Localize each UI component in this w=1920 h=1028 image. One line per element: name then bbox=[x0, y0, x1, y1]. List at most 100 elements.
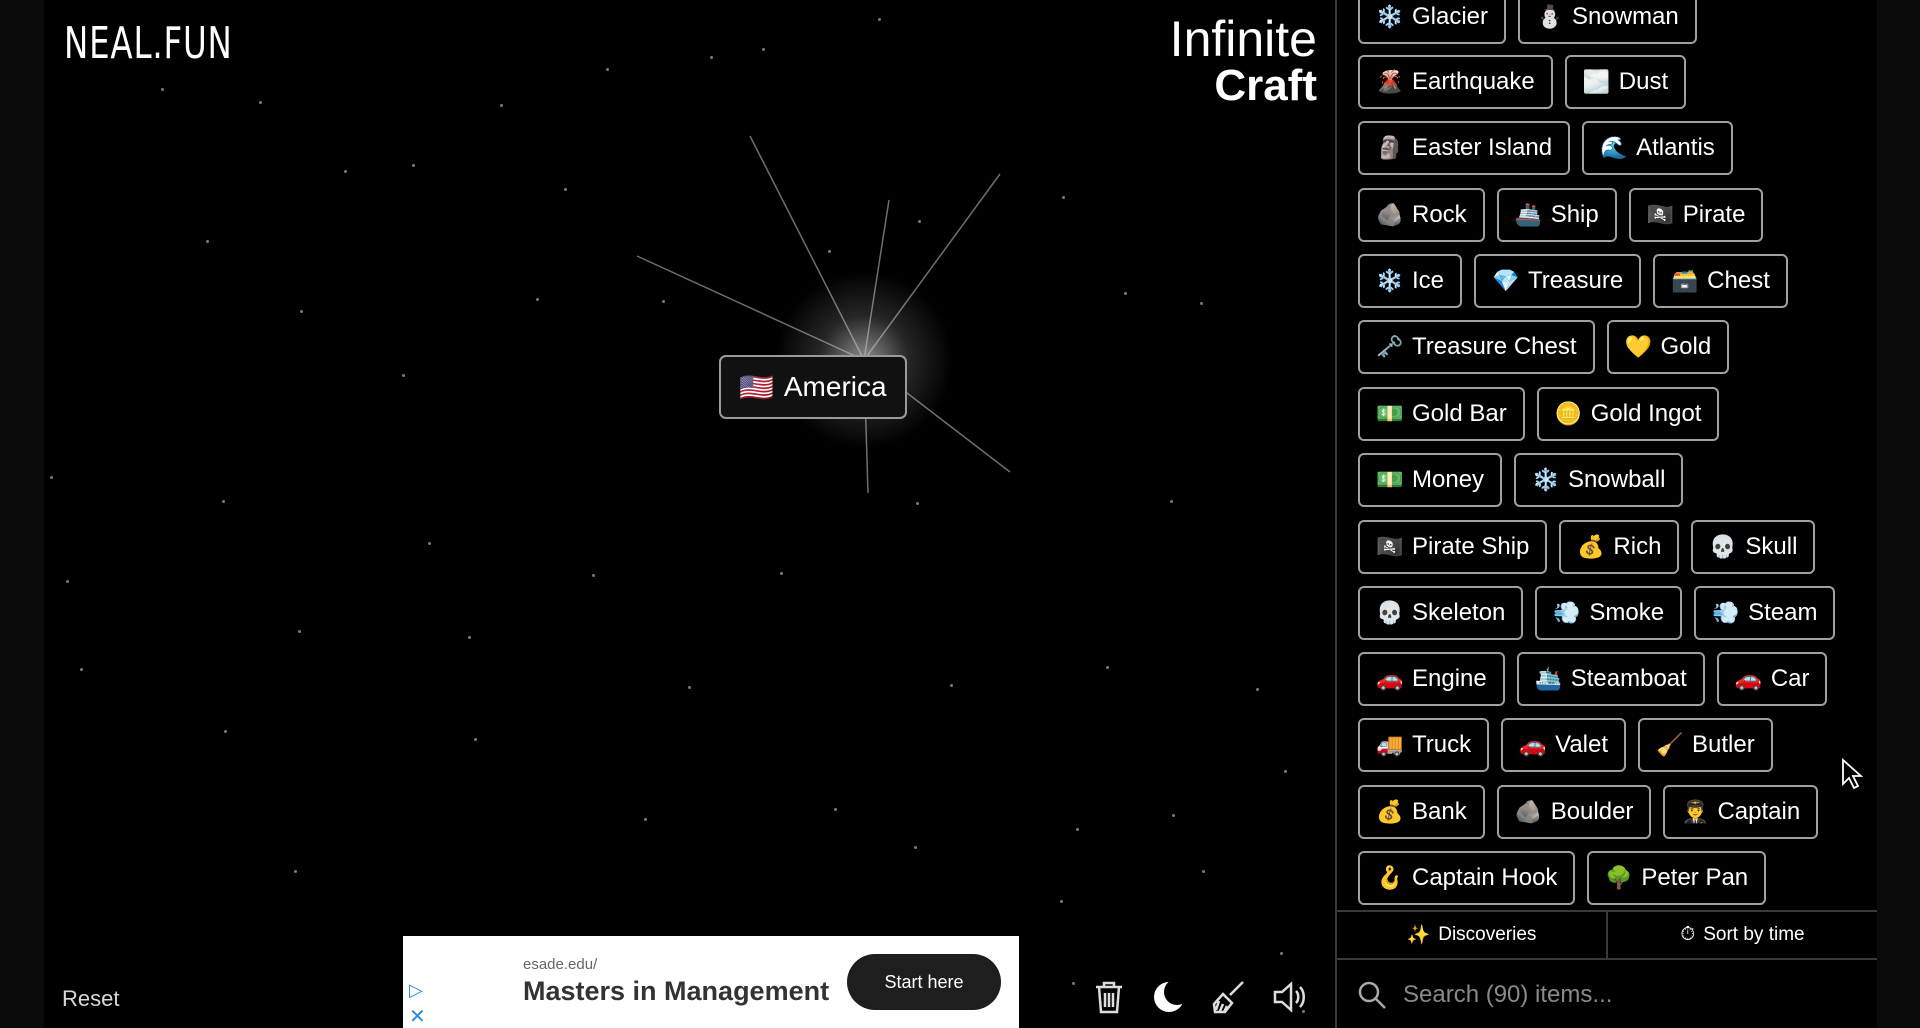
item-label: Gold Bar bbox=[1412, 400, 1507, 427]
item-chip[interactable]: 🪙 Gold Ingot bbox=[1536, 387, 1720, 441]
items-row: 🚗 Engine 🛳️ Steamboat 🚗 Car bbox=[1358, 652, 1828, 706]
discoveries-label: Discoveries bbox=[1438, 924, 1537, 945]
items-row: 🪝 Captain Hook 🌳 Peter Pan bbox=[1358, 851, 1767, 905]
item-chip[interactable]: 🚗 Valet bbox=[1501, 718, 1627, 772]
ad-cta-button[interactable]: Start here bbox=[847, 954, 1001, 1010]
item-chip[interactable]: 🗿 Easter Island bbox=[1358, 121, 1571, 175]
item-emoji-icon: 🪨 bbox=[1376, 202, 1404, 227]
toolbar bbox=[1090, 978, 1308, 1016]
item-chip[interactable]: 💨 Smoke bbox=[1535, 586, 1683, 640]
item-chip[interactable]: 🏴‍☠️ Pirate Ship bbox=[1358, 520, 1548, 574]
ad-choices-icon[interactable]: ▷ bbox=[409, 980, 423, 1000]
item-label: Rock bbox=[1412, 201, 1467, 228]
item-chip[interactable]: 👨‍✈️ Captain bbox=[1663, 785, 1819, 839]
items-list[interactable]: ❄️ Glacier ⛄ Snowman 🌋 Earthquake 🌫️ Dust 🗿 Easte… bbox=[1337, 0, 1877, 910]
item-label: Captain Hook bbox=[1412, 864, 1558, 891]
item-chip[interactable]: 💰 Bank bbox=[1358, 785, 1485, 839]
item-label: Steamboat bbox=[1570, 665, 1687, 692]
item-chip[interactable]: 🛳️ Steamboat bbox=[1516, 652, 1705, 706]
item-chip[interactable]: 💀 Skull bbox=[1691, 520, 1816, 574]
item-label: Atlantis bbox=[1636, 134, 1715, 161]
discoveries-button[interactable]: ✨ Discoveries bbox=[1337, 912, 1606, 958]
item-chip[interactable]: 💰 Rich bbox=[1559, 520, 1680, 574]
item-chip[interactable]: ❄️ Glacier bbox=[1358, 0, 1507, 44]
canvas-item-america[interactable]: 🇺🇸 America bbox=[719, 355, 907, 419]
item-label: Boulder bbox=[1550, 798, 1634, 825]
ad-close-icon[interactable]: ✕ bbox=[409, 1004, 426, 1028]
item-emoji-icon: 🌳 bbox=[1605, 865, 1633, 890]
item-emoji-icon: ❄️ bbox=[1532, 467, 1560, 492]
item-chip[interactable]: 🌫️ Dust bbox=[1564, 55, 1687, 109]
sparkle-icon: ✨ bbox=[1406, 925, 1431, 946]
item-emoji-icon: 🌋 bbox=[1376, 69, 1404, 94]
item-chip[interactable]: 🚗 Engine bbox=[1358, 652, 1505, 706]
item-chip[interactable]: 🗝️ Treasure Chest bbox=[1358, 320, 1595, 374]
item-label: Steam bbox=[1748, 599, 1818, 626]
item-chip[interactable]: 💀 Skeleton bbox=[1358, 586, 1524, 640]
item-chip[interactable]: 🧹 Butler bbox=[1638, 718, 1773, 772]
search-input[interactable] bbox=[1403, 981, 1823, 1009]
item-label: Gold Ingot bbox=[1590, 400, 1702, 427]
item-label: Money bbox=[1412, 466, 1485, 493]
ad-banner[interactable]: ▷ ✕ esade.edu/ Masters in Management Sta… bbox=[403, 936, 1019, 1028]
item-emoji-icon: 💛 bbox=[1624, 334, 1652, 359]
item-chip[interactable]: ❄️ Snowball bbox=[1514, 453, 1684, 507]
item-chip[interactable]: 💎 Treasure bbox=[1474, 254, 1642, 308]
item-chip[interactable]: 🚗 Car bbox=[1716, 652, 1828, 706]
item-chip[interactable]: 🪝 Captain Hook bbox=[1358, 851, 1576, 905]
item-label: Easter Island bbox=[1412, 134, 1553, 161]
item-chip[interactable]: 🌊 Atlantis bbox=[1582, 121, 1733, 175]
item-chip[interactable]: 🚚 Truck bbox=[1358, 718, 1490, 772]
item-label: Skeleton bbox=[1412, 599, 1506, 626]
item-chip[interactable]: 🪨 Boulder bbox=[1496, 785, 1652, 839]
item-emoji-icon: 🪨 bbox=[1514, 799, 1543, 824]
items-row: 🪨 Rock 🚢 Ship 🏴‍☠️ Pirate bbox=[1358, 188, 1764, 242]
item-chip[interactable]: 💛 Gold bbox=[1606, 320, 1730, 374]
item-chip[interactable]: 🚢 Ship bbox=[1496, 188, 1617, 242]
canvas-item-label: America bbox=[783, 371, 887, 402]
item-label: Pirate Ship bbox=[1412, 533, 1530, 560]
dark-mode-moon-icon[interactable] bbox=[1150, 978, 1188, 1016]
broom-icon[interactable] bbox=[1210, 978, 1248, 1016]
item-rays bbox=[636, 135, 1011, 494]
search-bar bbox=[1337, 962, 1877, 1028]
item-chip[interactable]: 💵 Money bbox=[1358, 453, 1503, 507]
item-emoji-icon: 🚗 bbox=[1734, 666, 1763, 691]
item-label: Skull bbox=[1745, 533, 1798, 560]
item-chip[interactable]: 🌳 Peter Pan bbox=[1587, 851, 1767, 905]
item-label: Pirate bbox=[1682, 201, 1746, 228]
item-chip[interactable]: 🗃️ Chest bbox=[1653, 254, 1788, 308]
item-chip[interactable]: 🪨 Rock bbox=[1358, 188, 1485, 242]
item-emoji-icon: ❄️ bbox=[1376, 4, 1404, 29]
item-chip[interactable]: 🌋 Earthquake bbox=[1358, 55, 1553, 109]
item-emoji-icon: 🚚 bbox=[1376, 732, 1404, 757]
item-emoji-icon: 🗃️ bbox=[1671, 268, 1699, 293]
item-chip[interactable]: 🏴‍☠️ Pirate bbox=[1628, 188, 1764, 242]
craft-canvas[interactable]: NEAL.FUN Infinite Craft 🇺🇸 America Reset… bbox=[44, 0, 1335, 1028]
item-emoji-icon: 💎 bbox=[1492, 268, 1520, 293]
item-label: Car bbox=[1770, 665, 1810, 692]
item-emoji-icon: 💰 bbox=[1376, 799, 1404, 824]
item-label: Rich bbox=[1613, 533, 1662, 560]
sound-icon[interactable] bbox=[1270, 978, 1308, 1016]
item-chip[interactable]: 💵 Gold Bar bbox=[1358, 387, 1525, 441]
item-label: Ice bbox=[1412, 267, 1445, 294]
item-label: Earthquake bbox=[1412, 68, 1535, 95]
item-chip[interactable]: ⛄ Snowman bbox=[1518, 0, 1697, 44]
item-emoji-icon: 💨 bbox=[1712, 600, 1740, 625]
ad-headline[interactable]: Masters in Management bbox=[523, 976, 829, 1007]
items-row: 🗿 Easter Island 🌊 Atlantis bbox=[1358, 121, 1733, 175]
reset-button[interactable]: Reset bbox=[62, 986, 119, 1012]
item-label: Chest bbox=[1707, 267, 1770, 294]
timer-icon: ⏱ bbox=[1680, 924, 1696, 945]
item-label: Valet bbox=[1555, 731, 1609, 758]
item-chip[interactable]: ❄️ Ice bbox=[1358, 254, 1463, 308]
item-emoji-icon: 🏴‍☠️ bbox=[1646, 202, 1675, 227]
item-emoji-icon: 🚗 bbox=[1519, 732, 1547, 757]
trash-icon[interactable] bbox=[1090, 978, 1128, 1016]
flag-us-icon: 🇺🇸 bbox=[739, 371, 774, 403]
item-label: Snowball bbox=[1568, 466, 1666, 493]
item-chip[interactable]: 💨 Steam bbox=[1694, 586, 1836, 640]
item-emoji-icon: 💀 bbox=[1709, 534, 1737, 559]
sort-by-time-button[interactable]: ⏱ Sort by time bbox=[1606, 912, 1877, 958]
